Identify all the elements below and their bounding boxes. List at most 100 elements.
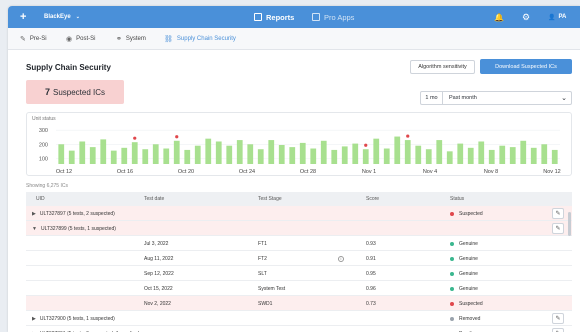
bar bbox=[257, 149, 264, 164]
table-row[interactable]: ▶ULT327891 (5 tests, 0 suspected, 1 pend… bbox=[26, 326, 572, 332]
bar bbox=[425, 149, 432, 164]
edit-button[interactable]: ✎ bbox=[552, 328, 564, 332]
suspected-marker bbox=[364, 143, 368, 147]
brand-switcher[interactable]: BlackEye ⌄ bbox=[44, 6, 80, 28]
status-cell: Pending bbox=[450, 326, 477, 332]
status-dot bbox=[450, 316, 454, 321]
test-date: Nov 2, 2022 bbox=[144, 300, 171, 307]
bar bbox=[299, 142, 306, 164]
col-test-date[interactable]: Test date bbox=[144, 192, 164, 206]
test-row[interactable]: Aug 11, 2022 FT2 0.91 Genuine i bbox=[26, 251, 572, 266]
x-tick-label: Nov 1 bbox=[362, 169, 376, 175]
bar bbox=[142, 149, 149, 164]
suspected-count-card: 7 Suspected ICs bbox=[26, 80, 124, 104]
app-window: + BlackEye ⌄ Reports Pro Apps 🔔 ⚙ 👤 PA ✎… bbox=[8, 6, 580, 332]
edit-button[interactable]: ✎ bbox=[552, 208, 564, 219]
x-tick-label: Oct 16 bbox=[117, 169, 133, 175]
status-dot bbox=[450, 286, 454, 291]
bar bbox=[394, 136, 401, 164]
table-body: ▶ ULT327897 (5 tests, 2 suspected) Suspect… bbox=[26, 206, 572, 332]
bar bbox=[446, 151, 453, 164]
table-row[interactable]: ▼ ULT327899 (5 tests, 1 suspected) ✎ bbox=[26, 221, 572, 236]
bar bbox=[100, 139, 107, 164]
status-label: Genuine bbox=[459, 285, 478, 292]
bar bbox=[205, 138, 212, 164]
tab-supply-chain-security[interactable]: ⛓ Supply Chain Security bbox=[164, 28, 236, 50]
uid-cell: ▶ULT327891 (5 tests, 0 suspected, 1 pend… bbox=[32, 326, 140, 332]
uid-label: ULT327897 (5 tests, 2 suspected) bbox=[39, 210, 115, 217]
chevron-down-icon: ⌄ bbox=[561, 95, 567, 102]
info-icon-wrap[interactable]: i bbox=[338, 251, 344, 266]
bell-icon[interactable]: 🔔 bbox=[494, 6, 504, 28]
bar bbox=[163, 148, 170, 164]
col-score[interactable]: Score bbox=[366, 192, 379, 206]
test-row[interactable]: Oct 15, 2022 System Test 0.96 Genuine bbox=[26, 281, 572, 296]
add-icon[interactable]: + bbox=[20, 6, 26, 28]
showing-count: Showing 6,275 ICs bbox=[26, 183, 68, 189]
table-scrollbar[interactable] bbox=[568, 212, 571, 236]
bar bbox=[68, 150, 75, 164]
table-row[interactable]: ▶ ULT327900 (5 tests, 1 suspected) Removed… bbox=[26, 311, 572, 326]
x-tick-label: Oct 24 bbox=[239, 169, 255, 175]
uid-label: ULT327900 (5 tests, 1 suspected) bbox=[39, 315, 115, 322]
collapse-arrow-icon[interactable]: ▶ bbox=[32, 211, 36, 217]
status-dot bbox=[450, 241, 454, 246]
algorithm-sensitivity-button[interactable]: Algorithm sensitivity bbox=[410, 60, 475, 74]
download-suspected-button[interactable]: Download Suspected ICs bbox=[480, 59, 572, 74]
test-stage: FT1 bbox=[258, 240, 267, 247]
edit-button[interactable]: ✎ bbox=[552, 223, 564, 234]
status-cell: Removed bbox=[450, 311, 480, 326]
pencil-icon: ✎ bbox=[555, 226, 561, 232]
reports-link[interactable]: Reports bbox=[254, 6, 294, 28]
bar bbox=[110, 150, 117, 164]
bar bbox=[121, 147, 128, 164]
user-menu[interactable]: 👤 PA bbox=[548, 6, 566, 28]
chevron-down-icon: ⌄ bbox=[75, 14, 80, 20]
status-cell: Genuine bbox=[450, 281, 478, 296]
expand-arrow-icon[interactable]: ▼ bbox=[32, 226, 37, 232]
suspected-count: 7 bbox=[44, 87, 50, 97]
col-test-stage[interactable]: Test Stage bbox=[258, 192, 282, 206]
bar bbox=[226, 145, 233, 164]
y-tick-label: 200 bbox=[39, 142, 48, 148]
test-date: Jul 3, 2022 bbox=[144, 240, 169, 247]
col-status[interactable]: Status bbox=[450, 192, 464, 206]
collapse-arrow-icon[interactable]: ▶ bbox=[32, 316, 36, 322]
suspected-marker bbox=[175, 135, 179, 139]
tab-label: Post-Si bbox=[76, 36, 96, 42]
x-tick-label: Oct 28 bbox=[300, 169, 316, 175]
user-icon: 👤 bbox=[548, 14, 556, 21]
pencil-icon: ✎ bbox=[555, 211, 561, 217]
bar bbox=[373, 138, 380, 164]
pro-apps-link[interactable]: Pro Apps bbox=[312, 6, 354, 28]
uid-cell: ▶ ULT327900 (5 tests, 1 suspected) bbox=[32, 311, 115, 326]
test-row[interactable]: Jul 3, 2022 FT1 0.93 Genuine bbox=[26, 236, 572, 251]
tab-post-si[interactable]: ◉ Post-Si bbox=[66, 28, 95, 50]
period-unit[interactable]: 1 mo bbox=[421, 92, 443, 104]
test-row[interactable]: Nov 2, 2022 SWD1 0.73 Suspected bbox=[26, 296, 572, 311]
status-cell: Genuine bbox=[450, 236, 478, 251]
bar bbox=[541, 144, 548, 164]
pro-apps-label: Pro Apps bbox=[324, 12, 355, 22]
bar bbox=[173, 140, 180, 164]
brand-name: BlackEye bbox=[44, 14, 71, 20]
col-uid[interactable]: UID bbox=[36, 192, 45, 206]
uid-cell: ▼ ULT327899 (5 tests, 1 suspected) bbox=[32, 221, 116, 236]
edit-button[interactable]: ✎ bbox=[552, 313, 564, 324]
x-tick-label: Oct 12 bbox=[56, 169, 72, 175]
tab-system[interactable]: ⚭ System bbox=[116, 28, 146, 50]
table-header: UID Test date Test Stage Score Status bbox=[26, 192, 572, 206]
suspected-marker bbox=[133, 136, 137, 140]
bar bbox=[79, 141, 86, 164]
tab-pre-si[interactable]: ✎ Pre-Si bbox=[20, 28, 47, 50]
test-row[interactable]: Sep 12, 2022 SLT 0.95 Genuine bbox=[26, 266, 572, 281]
bar bbox=[530, 147, 537, 164]
info-icon[interactable]: i bbox=[338, 255, 344, 262]
gear-icon[interactable]: ⚙ bbox=[522, 6, 530, 28]
status-label: Genuine bbox=[459, 255, 478, 262]
bar bbox=[551, 149, 558, 164]
status-dot bbox=[450, 211, 454, 216]
table-row[interactable]: ▶ ULT327897 (5 tests, 2 suspected) Suspect… bbox=[26, 206, 572, 221]
period-selector[interactable]: 1 mo Past month ⌄ bbox=[420, 91, 572, 105]
bar bbox=[415, 145, 422, 164]
